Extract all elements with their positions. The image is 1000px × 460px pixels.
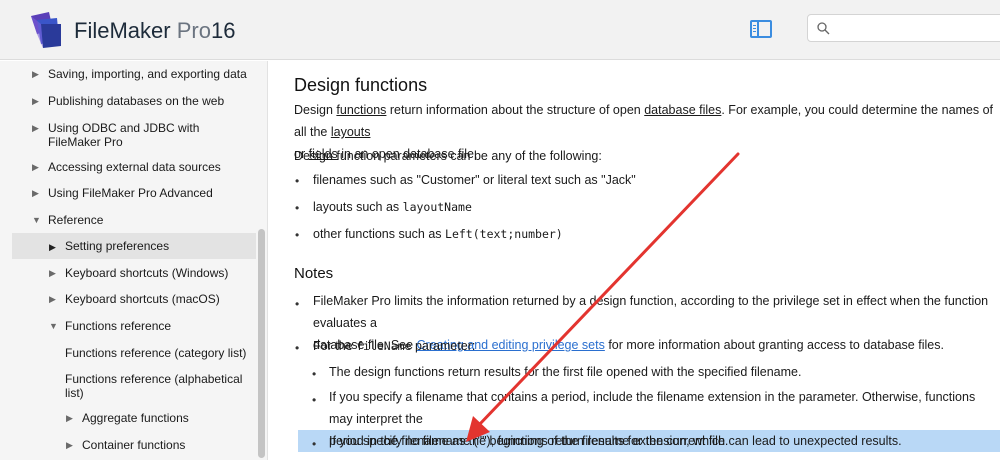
sidebar-toc: ▶ Saving, importing, and exporting data …: [0, 61, 268, 460]
bullet: •: [295, 297, 300, 311]
search-box[interactable]: [807, 14, 1000, 42]
note-filename-param: For the fileName parameter:: [313, 335, 963, 357]
toc-item-pro-advanced[interactable]: ▶ Using FileMaker Pro Advanced: [12, 186, 256, 200]
bullet: •: [312, 437, 317, 451]
subnote-first-file: The design functions return results for …: [329, 365, 802, 379]
search-input[interactable]: [836, 18, 996, 38]
toc-item-label: Reference: [48, 213, 104, 227]
toc-item-shortcuts-windows[interactable]: ▶ Keyboard shortcuts (Windows): [12, 266, 256, 280]
toc-item-label: Accessing external data sources: [48, 160, 221, 174]
brand-version: 16: [210, 18, 236, 43]
toc-item-label: Functions reference: [65, 319, 172, 333]
toc-item-shortcuts-macos[interactable]: ▶ Keyboard shortcuts (macOS): [12, 292, 256, 306]
toc-item-label: Functions reference (alphabetical: [65, 372, 243, 386]
param-code: Left(text;number): [445, 227, 563, 241]
toc-item-functions-reference[interactable]: ▼ Functions reference: [12, 319, 256, 333]
toc-item-publishing[interactable]: ▶ Publishing databases on the web: [12, 94, 256, 108]
param-text: other functions such as: [313, 227, 446, 241]
bullet: •: [295, 341, 300, 355]
triangle-right-icon: ▶: [32, 123, 39, 133]
toc-item-label: Aggregate functions: [82, 411, 189, 425]
intro-text: Design: [294, 103, 337, 117]
link-database-files[interactable]: database files: [644, 103, 721, 117]
toc-item-reference[interactable]: ▼ Reference: [12, 213, 256, 227]
triangle-right-icon: ▶: [49, 294, 56, 304]
sidebar-scrollbar[interactable]: [258, 229, 265, 458]
toc-item-functions-alphabetical-list[interactable]: Functions reference (alphabetical list): [12, 372, 256, 400]
toc-item-label: Functions reference (category list): [65, 346, 247, 360]
toc-item-setting-preferences[interactable]: ▶ Setting preferences: [12, 233, 256, 259]
link-functions[interactable]: functions: [336, 103, 386, 117]
triangle-down-icon: ▼: [32, 215, 41, 225]
main-content: Design functions Design functions return…: [268, 61, 1000, 460]
toc-item-label: Setting preferences: [65, 239, 170, 253]
intro-text: return information about the structure o…: [386, 103, 645, 117]
subnote-no-filename: If you specify no filename (""), functio…: [329, 434, 729, 448]
triangle-right-icon: ▶: [32, 162, 39, 172]
toc-item-label-line2: FileMaker Pro: [48, 135, 123, 149]
toc-item-odbc-jdbc[interactable]: ▶ Using ODBC and JDBC with FileMaker Pro: [12, 121, 256, 149]
bullet: •: [295, 201, 300, 215]
toc-item-label: Saving, importing, and exporting data: [48, 67, 247, 81]
search-icon: [817, 22, 830, 35]
link-layouts[interactable]: layouts: [331, 125, 371, 139]
brand-name: FileMaker: [74, 18, 171, 43]
note-code: fileName: [356, 339, 412, 353]
triangle-right-icon: ▶: [49, 242, 56, 252]
param-text: layouts such as: [313, 200, 403, 214]
params-intro: Design function parameters can be any of…: [294, 149, 602, 163]
param-item-functions: other functions such as Left(text;number…: [313, 223, 963, 245]
note-text: For the: [313, 339, 357, 353]
sidebar-toggle-icon[interactable]: [750, 20, 772, 38]
page-title: Design functions: [294, 75, 428, 95]
toc-item-label-line2: list): [65, 386, 84, 400]
bullet: •: [312, 367, 317, 381]
app-title: FileMaker Pro16: [74, 18, 235, 44]
bullet: •: [295, 228, 300, 242]
toc-item-label: Publishing databases on the web: [48, 94, 225, 108]
triangle-right-icon: ▶: [32, 96, 39, 106]
note-text: If you specify a filename that contains …: [329, 390, 976, 426]
param-item-layouts: layouts such as layoutName: [313, 196, 963, 218]
toc-item-label: Container functions: [82, 438, 186, 452]
notes-heading: Notes: [294, 265, 334, 282]
bullet: •: [295, 174, 300, 188]
toc-item-external-data[interactable]: ▶ Accessing external data sources: [12, 160, 256, 174]
toc-item-container-functions[interactable]: ▶ Container functions: [12, 438, 256, 452]
param-item-filenames: filenames such as "Customer" or literal …: [313, 173, 636, 187]
param-code: layoutName: [402, 200, 472, 214]
triangle-right-icon: ▶: [66, 440, 73, 450]
toc-item-aggregate-functions[interactable]: ▶ Aggregate functions: [12, 411, 256, 425]
app-header: FileMaker Pro16: [0, 0, 1000, 60]
toc-item-label: Keyboard shortcuts (Windows): [65, 266, 229, 280]
note-text: parameter:: [411, 339, 476, 353]
toc-item-functions-category-list[interactable]: Functions reference (category list): [12, 346, 256, 360]
triangle-right-icon: ▶: [32, 188, 39, 198]
note-text: FileMaker Pro limits the information ret…: [313, 294, 989, 330]
triangle-down-icon: ▼: [49, 321, 58, 331]
filemaker-logo-icon[interactable]: [27, 10, 63, 48]
triangle-right-icon: ▶: [66, 413, 73, 423]
triangle-right-icon: ▶: [32, 69, 39, 79]
brand-pro: Pro: [176, 18, 211, 43]
triangle-right-icon: ▶: [49, 268, 56, 278]
toc-item-saving-importing[interactable]: ▶ Saving, importing, and exporting data: [12, 67, 256, 81]
bullet: •: [312, 393, 317, 407]
toc-item-label: Keyboard shortcuts (macOS): [65, 292, 220, 306]
toc-item-label: Using FileMaker Pro Advanced: [48, 186, 213, 200]
toc-item-label: Using ODBC and JDBC with: [48, 121, 200, 135]
